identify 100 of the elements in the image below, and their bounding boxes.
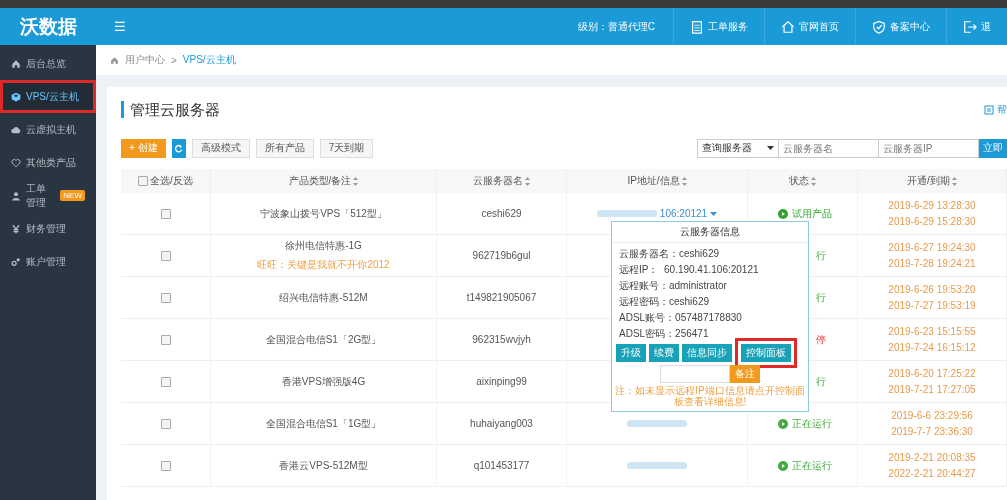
select-all-checkbox[interactable] <box>138 176 149 186</box>
sidebar-item[interactable]: VPS/云主机 <box>0 80 96 113</box>
exit-icon <box>963 19 977 34</box>
row-checkbox[interactable] <box>160 208 171 219</box>
row-checkbox[interactable] <box>160 376 171 387</box>
account-level: 级别：普通代理C <box>577 19 655 34</box>
opened-date: 2019-6-29 13:28:30 <box>888 200 976 211</box>
column-header: 全选/反选 <box>150 174 193 188</box>
sidebar-item[interactable]: 其他类产品 <box>0 146 96 179</box>
column-header: 产品类型/备注 <box>288 174 352 188</box>
clipboard-icon <box>690 19 704 34</box>
filter-button[interactable]: 所有产品 <box>255 138 314 158</box>
sidebar-item[interactable]: 财务管理 <box>0 212 96 245</box>
popup-title: 云服务器信息 <box>612 222 808 243</box>
sidebar-label: 财务管理 <box>26 221 66 236</box>
help-link[interactable]: 帮 <box>997 102 1007 117</box>
menu-button[interactable]: ☰ <box>114 19 126 34</box>
product-type: 全国混合电信S1「2G型」 <box>265 332 382 347</box>
status-text: 停 <box>816 332 826 347</box>
info-line: 远程IP： 60.190.41.106:20121 <box>619 263 760 277</box>
row-checkbox[interactable] <box>160 250 171 261</box>
sort-icon[interactable] <box>681 176 687 186</box>
search-button[interactable]: 立即 <box>979 138 1007 158</box>
yen-icon <box>11 223 21 234</box>
server-name: q101453177 <box>473 460 530 471</box>
server-ip-field[interactable]: 云服务器IP <box>879 138 979 158</box>
column-header: IP地址/信息 <box>627 174 680 188</box>
action-button[interactable]: 续费 <box>649 344 679 362</box>
opened-date: 2019-6-27 19:24:30 <box>888 242 976 253</box>
refresh-icon <box>174 143 184 153</box>
expiry-date: 2019-7-28 19:24:21 <box>888 258 976 269</box>
info-line: ADSL密码：256471 <box>619 327 710 341</box>
server-name: 962719b6gul <box>472 250 531 261</box>
server-name: aixinping99 <box>476 376 527 387</box>
column-header: 云服务器名 <box>473 174 523 188</box>
sidebar-item[interactable]: 账户管理 <box>0 245 96 278</box>
caret-icon[interactable] <box>710 211 718 216</box>
status-text: 正在运行 <box>792 416 832 431</box>
breadcrumb-link[interactable]: VPS/云主机 <box>182 53 236 67</box>
action-button[interactable]: 信息同步 <box>682 344 732 362</box>
sidebar-item[interactable]: 工单管理 NEW <box>0 179 96 212</box>
opened-date: 2019-6-20 17:25:22 <box>888 368 976 379</box>
product-type: 宁波象山拨号VPS「512型」 <box>260 206 387 221</box>
create-button[interactable]: + 创建 <box>121 138 166 158</box>
home-icon <box>11 58 21 69</box>
product-type: 徐州电信特惠-1G <box>285 239 362 253</box>
sidebar-label: 其他类产品 <box>26 155 76 170</box>
new-badge: NEW <box>60 190 85 201</box>
server-name-field[interactable]: 云服务器名 <box>779 138 879 158</box>
sidebar-label: 云虚拟主机 <box>26 122 76 137</box>
filter-button[interactable]: 高级模式 <box>191 138 250 158</box>
opened-date: 2019-2-21 20:08:35 <box>888 452 976 463</box>
caret-icon <box>767 146 774 150</box>
breadcrumb-separator: > <box>171 54 177 66</box>
remark-field[interactable] <box>660 365 730 383</box>
server-name: ceshi629 <box>481 208 522 219</box>
sidebar-item[interactable]: 后台总览 <box>0 47 96 80</box>
row-checkbox[interactable] <box>160 418 171 429</box>
product-type: 全国混合电信S1「1G型」 <box>265 416 382 431</box>
search-type-select[interactable]: 查询服务器 <box>697 138 779 158</box>
action-button[interactable]: 控制面板 <box>741 344 791 362</box>
status-text: 行 <box>816 248 826 263</box>
redacted-block <box>627 462 687 469</box>
filter-button[interactable]: 7天到期 <box>319 138 374 158</box>
expiry-date: 2019-7-24 16:15:12 <box>888 342 976 353</box>
info-line: ADSL账号：057487178830 <box>619 311 743 325</box>
action-button[interactable]: 升级 <box>616 344 646 362</box>
sort-icon[interactable] <box>525 176 530 186</box>
page-title: 管理云服务器 <box>121 101 220 118</box>
server-name: t149821905067 <box>466 292 537 303</box>
product-type: 香港VPS增强版4G <box>281 374 366 389</box>
row-checkbox[interactable] <box>160 334 171 345</box>
opened-date: 2019-6-23 15:15:55 <box>888 326 976 337</box>
server-name: 962315wvjyh <box>472 334 531 345</box>
row-checkbox[interactable] <box>160 460 171 471</box>
sidebar-item[interactable]: 云虚拟主机 <box>0 113 96 146</box>
expiry-date: 2019-7-7 23:36:30 <box>891 426 973 437</box>
sort-icon[interactable] <box>353 176 359 186</box>
sidebar-label: 账户管理 <box>26 254 66 269</box>
remark-button[interactable]: 备注 <box>730 365 760 383</box>
sort-icon[interactable] <box>951 176 957 186</box>
info-line: 云服务器名：ceshi629 <box>619 247 721 261</box>
status-text: 正在运行 <box>792 458 832 473</box>
logo: 沃数据 <box>18 14 78 39</box>
redacted-block <box>627 420 687 427</box>
row-checkbox[interactable] <box>160 292 171 303</box>
refresh-button[interactable] <box>171 138 186 158</box>
expiry-date: 2019-6-29 15:28:30 <box>888 216 976 227</box>
column-header: 状态 <box>789 174 809 188</box>
sidebar-label: 后台总览 <box>26 56 66 71</box>
sort-icon[interactable] <box>811 176 816 186</box>
product-type: 绍兴电信特惠-512M <box>279 290 368 305</box>
expiry-date: 2022-2-21 20:44:27 <box>888 468 976 479</box>
info-line: 远程账号：administrator <box>619 279 728 293</box>
product-type: 香港云VPS-512M型 <box>279 458 368 473</box>
expiry-date: 2019-7-21 17:27:05 <box>888 384 976 395</box>
ip-address[interactable]: 106:20121 <box>659 208 708 219</box>
breadcrumb-link[interactable]: 用户中心 <box>125 53 165 67</box>
opened-date: 2019-6-6 23:29:56 <box>891 410 973 421</box>
column-header: 开通/到期 <box>907 174 950 188</box>
